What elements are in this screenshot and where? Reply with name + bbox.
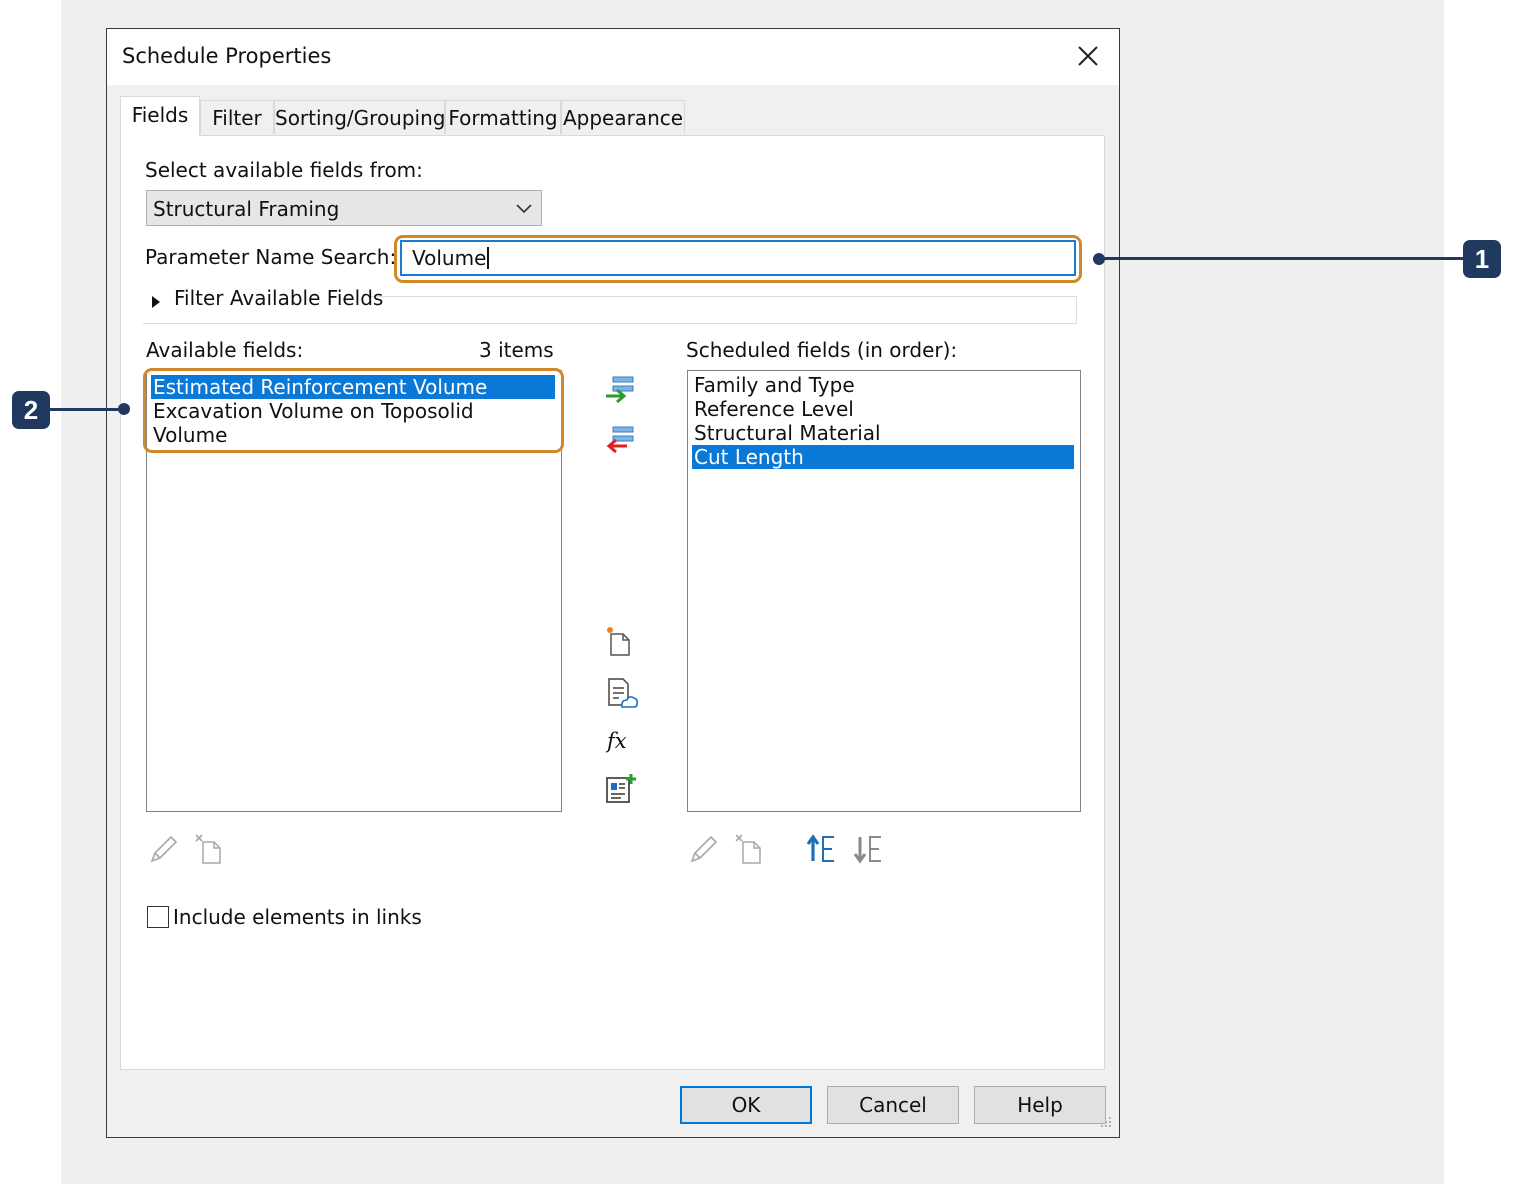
delete-parameter-icon	[733, 832, 767, 866]
close-icon	[1069, 37, 1107, 75]
search-label: Parameter Name Search:	[145, 245, 397, 269]
remove-field-arrow-icon	[603, 424, 637, 458]
edit-parameter-button-left[interactable]	[147, 832, 181, 866]
add-parameter-button[interactable]	[603, 374, 637, 408]
callout-1-badge: 1	[1463, 240, 1501, 278]
formula-fx-icon: fx	[605, 726, 635, 756]
delete-parameter-button-right[interactable]	[733, 832, 767, 866]
cancel-button[interactable]: Cancel	[827, 1086, 959, 1124]
calculated-value-button[interactable]: fx	[605, 726, 635, 756]
move-up-icon	[805, 832, 839, 866]
ok-button[interactable]: OK	[680, 1086, 812, 1124]
include-links-label: Include elements in links	[173, 905, 422, 929]
svg-text:fx: fx	[605, 729, 627, 753]
pencil-icon	[147, 832, 181, 866]
resize-grip-icon[interactable]	[1099, 1114, 1113, 1133]
delete-parameter-button-left[interactable]	[193, 832, 227, 866]
filter-available-fields-label: Filter Available Fields	[174, 286, 384, 310]
dialog-title: Schedule Properties	[122, 44, 332, 68]
expand-arrow-icon	[151, 294, 161, 313]
close-button[interactable]	[1069, 37, 1107, 75]
schedule-properties-dialog: Schedule Properties Fields Filter Sortin…	[106, 28, 1120, 1138]
delete-parameter-icon	[193, 832, 227, 866]
move-up-button[interactable]	[805, 832, 839, 866]
category-dropdown-value: Structural Framing	[153, 197, 340, 221]
scheduled-fields-label: Scheduled fields (in order):	[686, 338, 958, 362]
move-down-icon	[852, 832, 886, 866]
list-item[interactable]: Structural Material	[692, 421, 881, 445]
shared-parameter-icon	[603, 676, 639, 710]
tab-appearance[interactable]: Appearance	[561, 100, 685, 134]
include-links-checkbox[interactable]	[147, 906, 169, 928]
help-button[interactable]: Help	[974, 1086, 1106, 1124]
available-fields-highlight	[143, 368, 564, 453]
combine-parameters-button[interactable]	[603, 772, 637, 806]
tab-formatting[interactable]: Formatting	[445, 100, 561, 134]
scheduled-fields-list[interactable]: Family and Type Reference Level Structur…	[687, 370, 1081, 812]
category-dropdown[interactable]: Structural Framing	[146, 190, 542, 226]
tab-sorting-grouping[interactable]: Sorting/Grouping	[274, 100, 445, 134]
callout-1-line	[1099, 257, 1465, 260]
search-field-highlight	[394, 235, 1082, 283]
callout-2-badge: 2	[12, 391, 50, 429]
tab-filter[interactable]: Filter	[200, 100, 274, 134]
list-item[interactable]: Family and Type	[692, 373, 855, 397]
add-shared-parameter-button[interactable]	[603, 676, 639, 710]
callout-2-dot	[118, 403, 130, 415]
new-parameter-icon	[603, 624, 637, 658]
callout-2-line	[50, 408, 124, 411]
list-item[interactable]: Reference Level	[692, 397, 854, 421]
select-from-label: Select available fields from:	[145, 158, 423, 182]
move-down-button[interactable]	[852, 832, 886, 866]
title-bar: Schedule Properties	[107, 29, 1119, 85]
combine-parameters-icon	[603, 772, 637, 806]
available-fields-count: 3 items	[479, 338, 554, 362]
list-item[interactable]: Cut Length	[692, 445, 1074, 469]
add-field-arrow-icon	[603, 374, 637, 408]
remove-parameter-button[interactable]	[603, 424, 637, 458]
new-parameter-button[interactable]	[603, 624, 637, 658]
chevron-down-icon	[515, 201, 533, 220]
edit-parameter-button-right[interactable]	[687, 832, 721, 866]
pencil-icon	[687, 832, 721, 866]
available-fields-label: Available fields:	[146, 338, 304, 362]
tab-fields[interactable]: Fields	[120, 96, 200, 136]
